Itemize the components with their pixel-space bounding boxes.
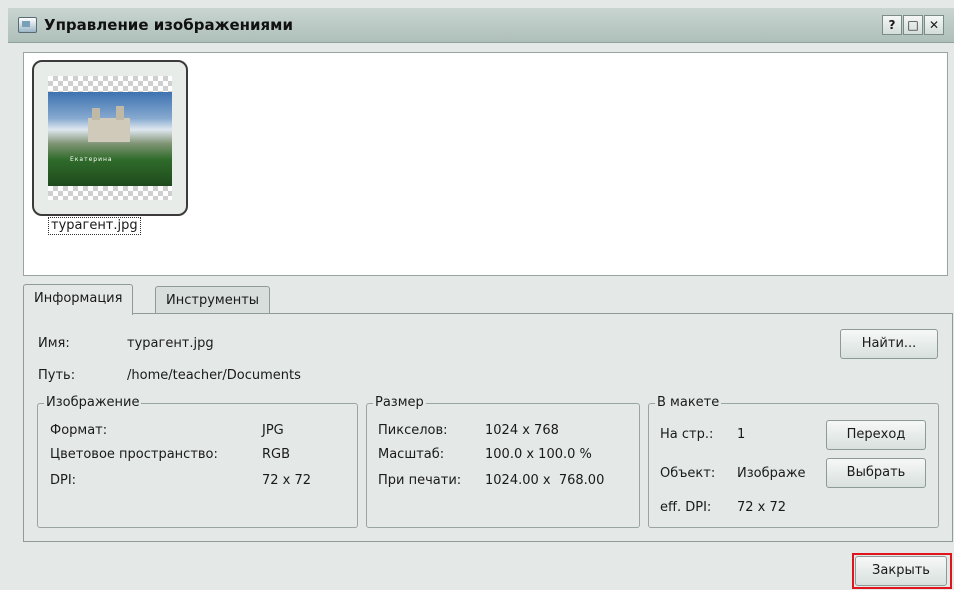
image-manager-icon xyxy=(18,17,37,33)
effdpi-label: eff. DPI: xyxy=(660,500,712,515)
layout-group-title: В макете xyxy=(655,395,722,411)
colorspace-label: Цветовое пространство: xyxy=(50,447,218,462)
goto-button[interactable]: Переход xyxy=(826,420,926,450)
name-label: Имя: xyxy=(38,336,70,351)
thumbnail-checkerboard: Екатерина xyxy=(48,76,172,200)
effdpi-value: 72 x 72 xyxy=(737,500,787,515)
castle-shape xyxy=(88,106,130,142)
pixels-value: 1024 x 768 xyxy=(485,423,559,438)
path-label: Путь: xyxy=(38,368,76,383)
object-label: Объект: xyxy=(660,466,716,481)
name-value: турагент.jpg xyxy=(127,336,214,351)
page-label: На стр.: xyxy=(660,427,714,442)
print-value: 1024.00 x 768.00 xyxy=(485,473,605,488)
format-value: JPG xyxy=(262,423,284,438)
page-value: 1 xyxy=(737,427,746,442)
image-thumbnail[interactable]: Екатерина xyxy=(32,60,188,216)
colorspace-value: RGB xyxy=(262,447,291,462)
image-manager-window: Управление изображениями ? □ ✕ Екатерина… xyxy=(0,0,954,590)
close-button-highlight xyxy=(852,553,952,589)
title-bar[interactable]: Управление изображениями ? □ ✕ xyxy=(8,8,954,43)
window-title: Управление изображениями xyxy=(44,16,293,34)
image-group: Изображение xyxy=(37,395,358,528)
format-label: Формат: xyxy=(50,423,108,438)
thumbnail-photo: Екатерина xyxy=(48,92,172,186)
tab-tools[interactable]: Инструменты xyxy=(155,286,271,315)
size-group-title: Размер xyxy=(373,395,426,411)
scale-label: Масштаб: xyxy=(378,447,445,462)
scale-value: 100.0 x 100.0 % xyxy=(485,447,592,462)
image-group-title: Изображение xyxy=(44,395,142,411)
dpi-value: 72 x 72 xyxy=(262,473,312,488)
maximize-button[interactable]: □ xyxy=(903,15,923,35)
thumbnail-caption[interactable]: турагент.jpg xyxy=(48,217,141,235)
path-value: /home/teacher/Documents xyxy=(127,368,301,383)
size-group: Размер xyxy=(366,395,640,528)
object-value: Изображе xyxy=(737,466,806,481)
close-window-button[interactable]: ✕ xyxy=(924,15,944,35)
thumbnail-photo-text: Екатерина xyxy=(70,156,113,163)
print-label: При печати: xyxy=(378,473,462,488)
select-button[interactable]: Выбрать xyxy=(826,458,926,488)
help-button[interactable]: ? xyxy=(882,15,902,35)
dpi-label: DPI: xyxy=(50,473,77,488)
tab-information[interactable]: Информация xyxy=(23,284,134,315)
pixels-label: Пикселов: xyxy=(378,423,448,438)
find-button[interactable]: Найти... xyxy=(840,329,938,359)
